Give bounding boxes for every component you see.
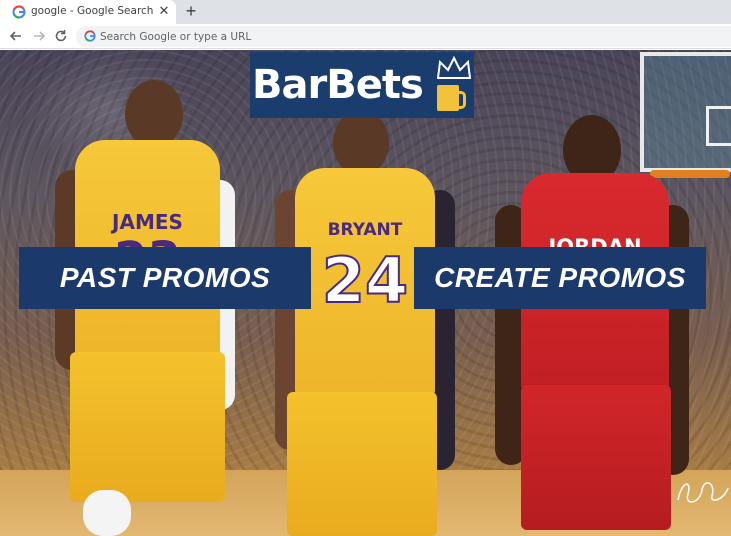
logo-text: BarBets	[252, 62, 424, 108]
plus-icon[interactable]: +	[182, 2, 200, 20]
tab-title: google - Google Search	[31, 5, 154, 17]
past-promos-label: PAST PROMOS	[59, 262, 271, 293]
back-arrow-icon[interactable]	[7, 27, 25, 45]
page-background: JAMES 23 BRYANT 24 JORDAN 23 BarBets	[0, 50, 731, 536]
reload-icon[interactable]	[52, 27, 70, 45]
backboard-square	[706, 106, 731, 146]
jersey-name: JAMES	[112, 210, 183, 234]
create-promos-button[interactable]: CREATE PROMOS	[414, 247, 706, 309]
address-bar-input[interactable]	[100, 26, 700, 47]
past-promos-button[interactable]: PAST PROMOS	[19, 247, 311, 309]
google-g-icon	[84, 30, 96, 42]
beer-mug-crown-icon	[437, 85, 466, 111]
close-icon[interactable]: ✕	[156, 3, 172, 19]
browser-toolbar	[0, 24, 731, 49]
player-jordan: JORDAN 23	[495, 115, 695, 536]
browser-tab[interactable]: google - Google Search ✕	[0, 0, 176, 24]
forward-arrow-icon[interactable]	[30, 27, 48, 45]
barbets-logo[interactable]: BarBets	[250, 52, 474, 118]
artist-signature	[677, 482, 729, 503]
create-promos-label: CREATE PROMOS	[434, 262, 686, 293]
jersey-name: BRYANT	[327, 220, 403, 240]
tab-strip: google - Google Search ✕ +	[0, 0, 731, 24]
omnibox[interactable]	[76, 26, 731, 47]
crown-icon	[436, 56, 472, 79]
google-g-icon	[12, 5, 26, 19]
player-bryant: BRYANT 24	[275, 110, 460, 536]
